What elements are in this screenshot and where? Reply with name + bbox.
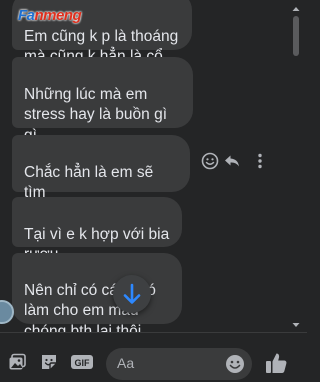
message-composer: GIF Aa bbox=[0, 332, 307, 382]
reply-icon[interactable] bbox=[222, 151, 242, 171]
scroll-to-bottom-button[interactable] bbox=[113, 275, 151, 313]
message-bubble[interactable]: Nên chỉ có cách đó làm cho em mau chóng … bbox=[12, 253, 182, 332]
scrollbar-thumb[interactable] bbox=[293, 16, 299, 56]
gif-icon[interactable]: GIF bbox=[70, 352, 94, 372]
scrollbar[interactable] bbox=[291, 4, 301, 330]
arrow-down-icon bbox=[123, 283, 141, 304]
message-list[interactable]: Em cũng k p là thoáng mà cũng k hẳn là c… bbox=[0, 0, 307, 332]
message-actions bbox=[200, 151, 266, 171]
scroll-down-arrow-icon[interactable] bbox=[291, 320, 301, 330]
message-input-placeholder: Aa bbox=[117, 355, 135, 371]
message-bubble[interactable]: Những lúc mà em stress hay là buồn gì gì… bbox=[12, 57, 193, 164]
sticker-icon[interactable] bbox=[39, 352, 59, 372]
messenger-chat-window: Em cũng k p là thoáng mà cũng k hẳn là c… bbox=[0, 0, 307, 382]
more-vertical-icon[interactable] bbox=[250, 151, 270, 171]
image-icon[interactable] bbox=[8, 352, 28, 372]
svg-text:GIF: GIF bbox=[75, 358, 91, 368]
message-input[interactable]: Aa bbox=[106, 348, 252, 380]
message-bubble[interactable]: Chắc hẳn là em sẽ tìm bạn tình bbox=[12, 135, 190, 222]
thumbs-up-icon[interactable] bbox=[263, 350, 289, 376]
message-bubble[interactable]: Tại vì e k hợp với bia rượu bbox=[12, 197, 182, 263]
watermark-logo: Fanmeng bbox=[18, 7, 82, 24]
scroll-up-arrow-icon[interactable] bbox=[291, 4, 301, 14]
smiley-icon[interactable] bbox=[200, 151, 220, 171]
emoji-icon[interactable] bbox=[225, 354, 245, 374]
